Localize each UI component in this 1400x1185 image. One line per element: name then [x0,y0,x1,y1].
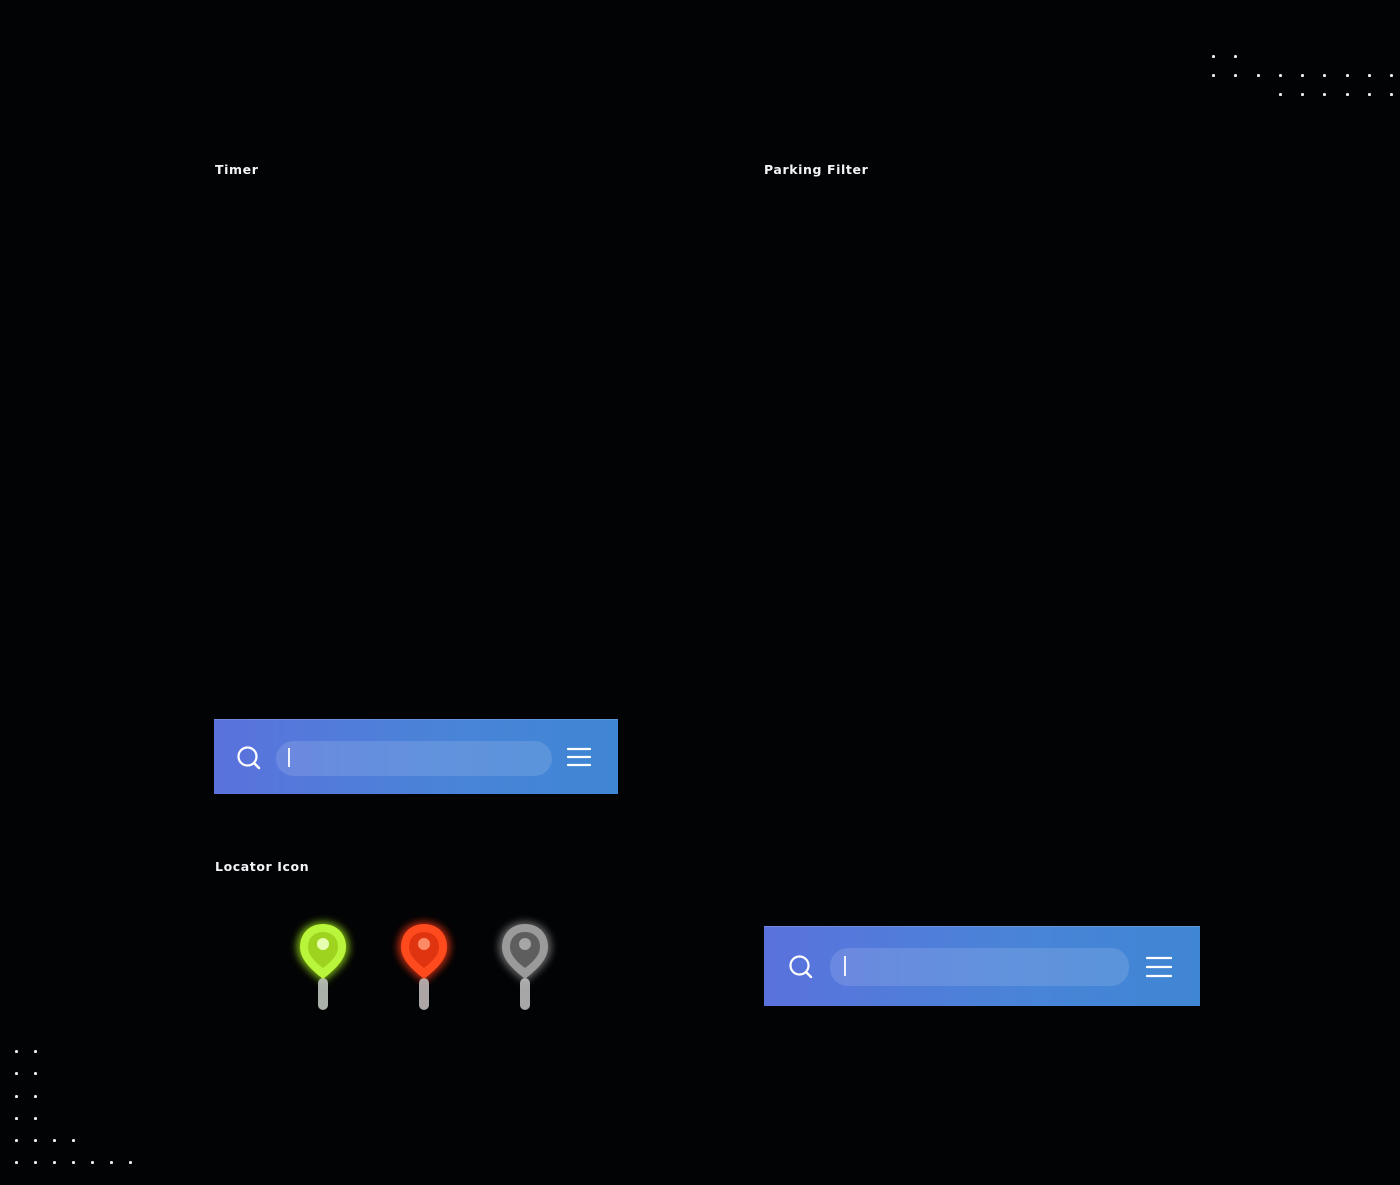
locator-unavailable[interactable] [490,912,560,1022]
text-caret [288,748,290,767]
location-pin-icon [499,922,551,1010]
parking-search-input[interactable] [830,948,1129,986]
decorative-dot-grid-top-right [1200,45,1400,105]
parking-filter-search-bar [764,926,1200,1006]
location-pin-icon [297,922,349,1010]
hamburger-menu-icon[interactable] [566,747,592,767]
search-icon[interactable] [788,954,814,980]
locator-available[interactable] [288,912,358,1022]
timer-search-bar [214,719,618,794]
locator-icon-section-title: Locator Icon [215,859,310,874]
parking-filter-section-title: Parking Filter [764,162,869,177]
hamburger-menu-icon[interactable] [1145,956,1173,978]
timer-section-title: Timer [215,162,259,177]
locator-occupied[interactable] [389,912,459,1022]
location-pin-icon [398,922,450,1010]
text-caret [844,956,846,976]
timer-search-input[interactable] [276,741,552,776]
decorative-dot-grid-bottom-left [0,1040,150,1180]
search-icon[interactable] [236,745,262,771]
